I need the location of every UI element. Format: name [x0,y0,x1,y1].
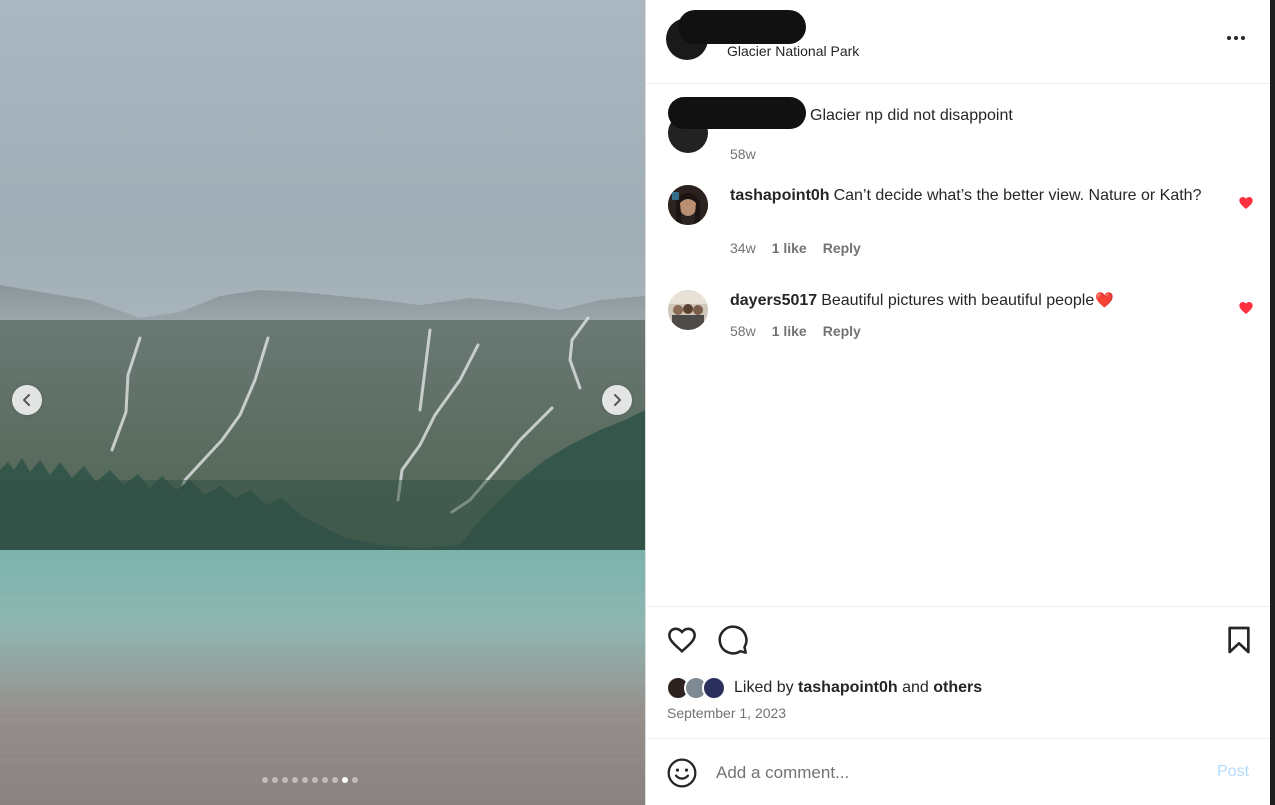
next-slide-button[interactable] [602,385,632,415]
slide-dot [342,777,348,783]
post-photo [0,0,645,805]
comment-like-heart-icon[interactable] [1238,300,1254,316]
comment-likes[interactable]: 1 like [772,240,807,256]
redacted-username [668,97,806,129]
slide-dot [312,777,318,783]
post-date[interactable]: September 1, 2023 [667,705,786,721]
window-edge [1270,0,1275,805]
liked-by-others[interactable]: others [933,679,982,697]
comment-text: Can’t decide what’s the better view. Nat… [833,187,1202,204]
slide-dot [332,777,338,783]
caption-text: Glacier np did not disappoint [810,107,1013,124]
commenter-avatar[interactable] [668,290,708,330]
heart-emoji: ❤️ [1095,292,1114,309]
post-actions: Liked by tashapoint0h and others Septemb… [646,606,1271,738]
comment-composer: Post [646,738,1271,805]
avatar-photo [668,185,708,225]
liked-by-user[interactable]: tashapoint0h [798,679,898,697]
liker-avatars[interactable] [666,675,730,701]
comment-time[interactable]: 58w [730,323,756,339]
reply-button[interactable]: Reply [823,240,861,256]
post-location[interactable]: Glacier National Park [727,43,859,59]
post-header: Glacier National Park [646,0,1271,84]
slide-dot [322,777,328,783]
comments-section: Glacier np did not disappoint 58w tashap… [646,85,1271,605]
comment-username[interactable]: tashapoint0h [730,187,830,204]
chevron-right-icon [614,394,621,406]
comment-body: tashapoint0h Can’t decide what’s the bett… [730,185,1220,207]
smiley-icon[interactable] [666,757,698,789]
bookmark-icon[interactable] [1223,624,1255,656]
liked-by-conjunction: and [902,679,929,696]
post-media [0,0,645,805]
post-panel: Glacier National Park Glacier np did not… [645,0,1271,805]
caption-meta: 58w [730,146,756,162]
comment-time[interactable]: 34w [730,240,756,256]
heart-outline-icon[interactable] [666,624,698,656]
slide-dot [352,777,358,783]
comment-input[interactable] [716,759,1186,787]
reply-button[interactable]: Reply [823,323,861,339]
redacted-username [678,10,806,44]
comment-body: dayers5017 Beautiful pictures with beauti… [730,290,1220,312]
chevron-left-icon [23,394,30,406]
liker-avatar [702,676,726,700]
caption-time[interactable]: 58w [730,146,756,162]
post-comment-button[interactable]: Post [1217,763,1249,781]
avatar-photo [668,290,708,330]
more-options-icon[interactable] [1224,28,1248,48]
slide-dot [282,777,288,783]
comment-text: Beautiful pictures with beautiful people [821,292,1095,309]
slide-dot [272,777,278,783]
comment-icon[interactable] [717,624,749,656]
slide-dot [302,777,308,783]
comment-meta: 58w 1 like Reply [730,323,861,339]
likes-summary: Liked by tashapoint0h and others [666,675,982,701]
commenter-avatar[interactable] [668,185,708,225]
slide-dot [292,777,298,783]
comment-meta: 34w 1 like Reply [730,240,861,256]
liked-by-prefix: Liked by [734,679,794,696]
comment-username[interactable]: dayers5017 [730,292,817,309]
comment-likes[interactable]: 1 like [772,323,807,339]
previous-slide-button[interactable] [12,385,42,415]
slide-indicator [262,777,358,783]
slide-dot [262,777,268,783]
comment-like-heart-icon[interactable] [1238,195,1254,211]
